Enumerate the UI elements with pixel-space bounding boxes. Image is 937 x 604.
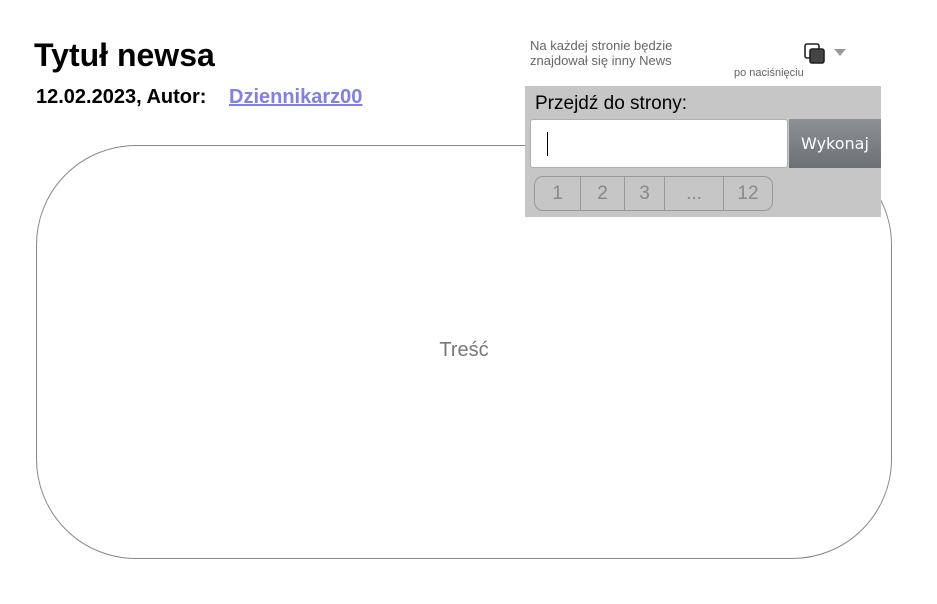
annotation-small: po naciśnięciu <box>734 67 804 79</box>
annotation-note: Na każdej stronie będzie znajdował się i… <box>530 38 672 68</box>
page-button-1[interactable]: 1 <box>535 177 581 210</box>
caret-down-icon[interactable] <box>834 49 846 57</box>
goto-page-label: Przejdź do strony: <box>535 93 688 114</box>
page-button-2[interactable]: 2 <box>581 177 625 210</box>
news-date-author-label: 12.02.2023, Autor: <box>36 86 207 108</box>
text-cursor <box>547 132 548 156</box>
goto-page-panel: Przejdź do strony: Wykonaj 1 2 3 ... 12 <box>525 86 881 217</box>
news-title: Tytuł newsa <box>34 37 215 73</box>
annotation-line-2: znajdował się inny News <box>530 53 672 68</box>
page-button-12[interactable]: 12 <box>724 177 772 210</box>
pagination: 1 2 3 ... 12 <box>534 176 773 211</box>
execute-button[interactable]: Wykonaj <box>789 119 881 168</box>
content-placeholder: Treść <box>439 339 489 361</box>
page-button-3[interactable]: 3 <box>625 177 665 210</box>
page-ellipsis: ... <box>665 177 724 210</box>
author-link[interactable]: Dziennikarz00 <box>229 86 362 109</box>
copy-icon[interactable] <box>804 43 826 65</box>
page-number-input[interactable] <box>530 119 788 168</box>
annotation-line-1: Na każdej stronie będzie <box>530 38 673 53</box>
